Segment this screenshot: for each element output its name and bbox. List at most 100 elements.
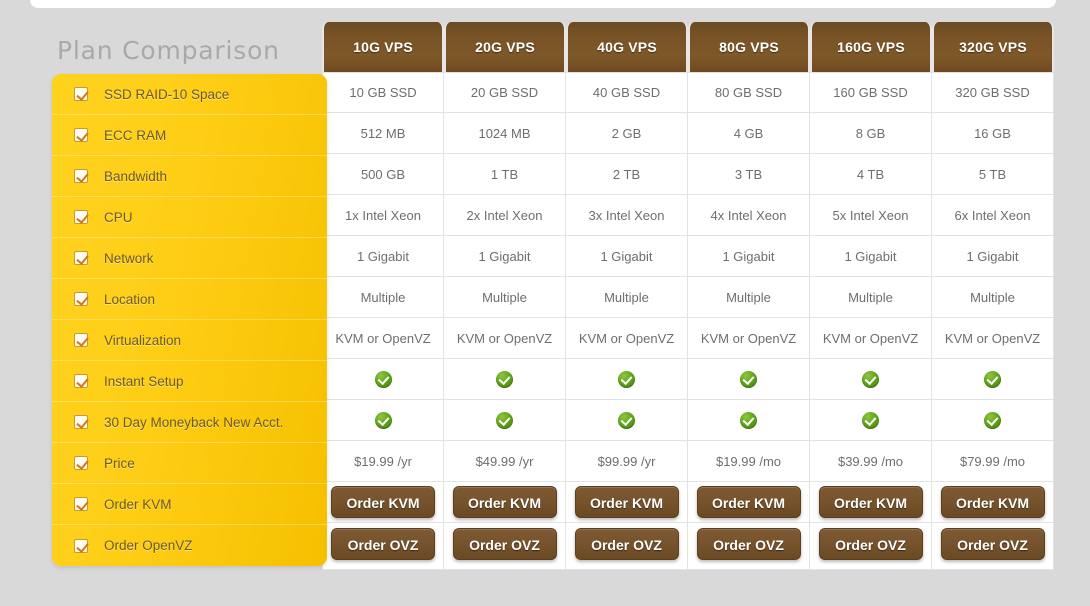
sidebar-feature-label: ECC RAM bbox=[104, 127, 167, 143]
plans-table-header: 10G VPS 20G VPS 40G VPS 80G VPS 160G VPS 320G… bbox=[322, 22, 1054, 72]
checkbox-checked-icon bbox=[74, 292, 88, 306]
plan-spec-cell: $49.99 /yr bbox=[444, 441, 566, 482]
plan-column-header: 160G VPS bbox=[810, 22, 932, 72]
plans-table-row bbox=[322, 400, 1054, 441]
order-kvm-button[interactable]: Order KVM bbox=[331, 486, 435, 518]
plans-table-row: Order KVM Order KVM Order KVM Order KVM Orde… bbox=[322, 482, 1054, 523]
order-kvm-button[interactable]: Order KVM bbox=[574, 486, 679, 518]
plan-spec-cell: Multiple bbox=[444, 277, 566, 318]
sidebar-feature-row: SSD RAID-10 Space bbox=[52, 74, 327, 115]
plan-spec-cell: 160 GB SSD bbox=[810, 72, 932, 113]
checkbox-checked-icon bbox=[74, 415, 88, 429]
plans-table-row bbox=[322, 359, 1054, 400]
plan-order-cell: Order KVM bbox=[932, 482, 1054, 523]
order-kvm-button[interactable]: Order KVM bbox=[818, 486, 923, 518]
plans-table-container: 10G VPS 20G VPS 40G VPS 80G VPS 160G VPS 320G… bbox=[322, 22, 1054, 570]
plan-order-cell: Order OVZ bbox=[566, 523, 688, 570]
checkbox-checked-icon bbox=[74, 169, 88, 183]
plan-spec-cell: 2 TB bbox=[566, 154, 688, 195]
plan-feature-cell bbox=[932, 400, 1054, 441]
plan-spec-cell: 1024 MB bbox=[444, 113, 566, 154]
order-ovz-button[interactable]: Order OVZ bbox=[940, 528, 1045, 560]
plan-order-cell: Order KVM bbox=[810, 482, 932, 523]
green-check-circle-icon bbox=[374, 370, 392, 388]
plan-order-cell: Order KVM bbox=[566, 482, 688, 523]
green-check-circle-icon bbox=[740, 370, 757, 388]
green-check-circle-icon bbox=[984, 370, 1001, 388]
plan-spec-cell: 1 Gigabit bbox=[810, 236, 932, 277]
plan-spec-cell: KVM or OpenVZ bbox=[566, 318, 688, 359]
plan-spec-cell: 40 GB SSD bbox=[566, 72, 688, 113]
plans-table: 10G VPS 20G VPS 40G VPS 80G VPS 160G VPS 320G… bbox=[322, 22, 1054, 570]
plan-order-cell: Order OVZ bbox=[810, 523, 932, 570]
order-kvm-button[interactable]: Order KVM bbox=[940, 486, 1045, 518]
green-check-circle-icon bbox=[618, 411, 635, 429]
sidebar-feature-row: Price bbox=[52, 443, 327, 484]
plan-spec-cell: 1 Gigabit bbox=[322, 236, 444, 277]
feature-sidebar: SSD RAID-10 Space ECC RAM Bandwidth CPU Netw… bbox=[52, 74, 327, 566]
order-kvm-button[interactable]: Order KVM bbox=[696, 486, 801, 518]
order-kvm-button[interactable]: Order KVM bbox=[452, 486, 557, 518]
plan-spec-cell: 1 TB bbox=[444, 154, 566, 195]
plan-feature-cell bbox=[810, 400, 932, 441]
checkbox-checked-icon bbox=[74, 456, 88, 470]
checkbox-checked-icon bbox=[74, 333, 88, 347]
order-ovz-button[interactable]: Order OVZ bbox=[452, 528, 557, 560]
green-check-circle-icon bbox=[862, 411, 879, 429]
plans-table-row: 10 GB SSD 20 GB SSD 40 GB SSD 80 GB SSD 160 … bbox=[322, 72, 1054, 113]
plan-spec-cell: 3 TB bbox=[688, 154, 810, 195]
order-ovz-button[interactable]: Order OVZ bbox=[331, 528, 435, 560]
plans-table-row: 1x Intel Xeon 2x Intel Xeon 3x Intel Xeon 4… bbox=[322, 195, 1054, 236]
page-title: Plan Comparison bbox=[57, 36, 280, 65]
order-ovz-button[interactable]: Order OVZ bbox=[574, 528, 679, 560]
plan-spec-cell: $19.99 /mo bbox=[688, 441, 810, 482]
plan-spec-cell: $39.99 /mo bbox=[810, 441, 932, 482]
order-ovz-button[interactable]: Order OVZ bbox=[696, 528, 801, 560]
green-check-circle-icon bbox=[984, 411, 1001, 429]
checkbox-checked-icon bbox=[74, 251, 88, 265]
plan-spec-cell: 16 GB bbox=[932, 113, 1054, 154]
plan-order-cell: Order KVM bbox=[322, 482, 444, 523]
order-ovz-button[interactable]: Order OVZ bbox=[818, 528, 923, 560]
plan-spec-cell: 2x Intel Xeon bbox=[444, 195, 566, 236]
plan-spec-cell: 4x Intel Xeon bbox=[688, 195, 810, 236]
plan-order-cell: Order KVM bbox=[444, 482, 566, 523]
plan-spec-cell: 5x Intel Xeon bbox=[810, 195, 932, 236]
plan-spec-cell: $19.99 /yr bbox=[322, 441, 444, 482]
plan-order-cell: Order OVZ bbox=[322, 523, 444, 570]
plan-feature-cell bbox=[322, 400, 444, 441]
plan-spec-cell: $79.99 /mo bbox=[932, 441, 1054, 482]
plan-spec-cell: 3x Intel Xeon bbox=[566, 195, 688, 236]
plan-spec-cell: 5 TB bbox=[932, 154, 1054, 195]
sidebar-feature-row: ECC RAM bbox=[52, 115, 327, 156]
checkbox-checked-icon bbox=[74, 497, 88, 511]
green-check-circle-icon bbox=[618, 370, 635, 388]
sidebar-feature-row: 30 Day Moneyback New Acct. bbox=[52, 402, 327, 443]
plan-spec-cell: $99.99 /yr bbox=[566, 441, 688, 482]
sidebar-feature-row: Virtualization bbox=[52, 320, 327, 361]
plan-column-header: 320G VPS bbox=[932, 22, 1054, 72]
plan-spec-cell: 8 GB bbox=[810, 113, 932, 154]
sidebar-feature-label: Order OpenVZ bbox=[104, 538, 193, 553]
sidebar-feature-label: Order KVM bbox=[104, 496, 172, 512]
sidebar-feature-label: CPU bbox=[104, 209, 133, 225]
plan-spec-cell: KVM or OpenVZ bbox=[322, 318, 444, 359]
sidebar-feature-label: 30 Day Moneyback New Acct. bbox=[104, 414, 284, 430]
plan-spec-cell: 500 GB bbox=[322, 154, 444, 195]
sidebar-feature-row: Network bbox=[52, 238, 327, 279]
plans-table-row: 500 GB 1 TB 2 TB 3 TB 4 TB 5 TB bbox=[322, 154, 1054, 195]
plan-feature-cell bbox=[444, 400, 566, 441]
plan-spec-cell: 4 TB bbox=[810, 154, 932, 195]
plans-table-row: Multiple Multiple Multiple Multiple Multiple… bbox=[322, 277, 1054, 318]
plans-table-row: 1 Gigabit 1 Gigabit 1 Gigabit 1 Gigabit 1 Gi… bbox=[322, 236, 1054, 277]
sidebar-feature-label: Network bbox=[104, 250, 154, 266]
plan-spec-cell: 512 MB bbox=[322, 113, 444, 154]
plan-column-header: 10G VPS bbox=[322, 22, 444, 72]
plan-spec-cell: 320 GB SSD bbox=[932, 72, 1054, 113]
sidebar-feature-label: Virtualization bbox=[104, 332, 182, 348]
sidebar-feature-row: Bandwidth bbox=[52, 156, 327, 197]
sidebar-feature-row: Order KVM bbox=[52, 484, 327, 525]
plan-feature-cell bbox=[566, 359, 688, 400]
checkbox-checked-icon bbox=[74, 538, 88, 553]
plan-spec-cell: 1 Gigabit bbox=[932, 236, 1054, 277]
